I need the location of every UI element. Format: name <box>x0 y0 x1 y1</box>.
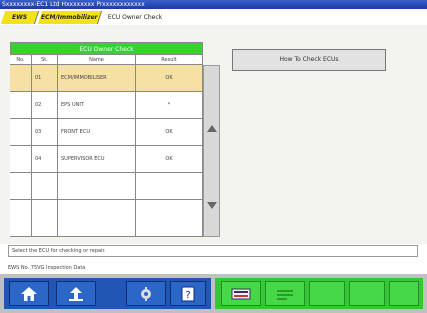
row-no <box>10 200 32 237</box>
toolbar-left-group: ? <box>4 278 211 309</box>
table-row[interactable]: 04 SUPERVISOR ECU OK <box>10 146 203 173</box>
tab-ecu-owner-check[interactable]: ECU Owner Check <box>104 11 166 24</box>
scroll-down-icon[interactable] <box>207 202 217 209</box>
ecu-grid: ECU Owner Check No. St. Name Result 01 E… <box>10 42 220 256</box>
data-button[interactable] <box>265 281 305 306</box>
ecu-button[interactable] <box>221 281 261 306</box>
scroll-up-icon[interactable] <box>207 125 217 132</box>
row-st: 04 <box>32 146 58 173</box>
row-st: 02 <box>32 92 58 119</box>
tab-bar: EWS ECM/Immobilizer ECU Owner Check <box>0 9 427 26</box>
row-name: SUPERVISOR ECU <box>58 146 136 173</box>
row-no <box>10 173 32 200</box>
tab-ews[interactable]: EWS <box>0 11 40 24</box>
tool-button[interactable] <box>126 281 166 306</box>
row-result: OK <box>136 119 203 146</box>
row-result: OK <box>136 65 203 92</box>
row-st: 01 <box>32 65 58 92</box>
row-name <box>58 200 136 237</box>
row-no <box>10 65 32 92</box>
row-no <box>10 119 32 146</box>
tab-ecm-immobilizer[interactable]: ECM/Immobilizer <box>37 11 103 24</box>
row-result <box>136 200 203 237</box>
home-icon <box>21 286 37 301</box>
column-header-no: No. <box>10 55 32 65</box>
svg-text:?: ? <box>185 290 190 301</box>
how-to-check-ecus-button[interactable]: How To Check ECUs <box>232 49 386 71</box>
help-button[interactable]: ? <box>170 281 206 306</box>
row-name: ECM/IMMOBILISER <box>58 65 136 92</box>
row-name: EPS UNIT <box>58 92 136 119</box>
status-text: EWS No. 75VG Inspection Data <box>0 264 427 273</box>
row-no <box>10 92 32 119</box>
column-header-name: Name <box>58 55 136 65</box>
data-icon <box>277 289 293 300</box>
row-result: * <box>136 92 203 119</box>
table-row[interactable] <box>10 200 203 237</box>
table-row[interactable]: 02 EPS UNIT * <box>10 92 203 119</box>
table-row[interactable]: 01 ECM/IMMOBILISER OK <box>10 65 203 92</box>
grid-title: ECU Owner Check <box>10 42 203 55</box>
row-st <box>32 200 58 237</box>
row-result <box>136 173 203 200</box>
column-header-result: Result <box>136 55 203 65</box>
row-st <box>32 173 58 200</box>
help-icon: ? <box>181 286 195 301</box>
column-header-st: St. <box>32 55 58 65</box>
table-row[interactable] <box>10 173 203 200</box>
toolbar-slot-3[interactable] <box>309 281 345 306</box>
row-result: OK <box>136 146 203 173</box>
window-title: Sxxxxxxxx-EC1 Ltd Hxxxxxxxx Prxxxxxxxxxx… <box>0 0 427 9</box>
toolbar-right-group <box>215 278 423 309</box>
row-name: FRONT ECU <box>58 119 136 146</box>
message-bar: Select the ECU for checking or repair. <box>8 245 418 257</box>
main-panel: ECU Owner Check No. St. Name Result 01 E… <box>0 25 427 244</box>
toolbar-slot-5[interactable] <box>389 281 419 306</box>
bottom-toolbar: ? <box>0 274 427 313</box>
table-row[interactable]: 03 FRONT ECU OK <box>10 119 203 146</box>
back-button[interactable] <box>56 281 96 306</box>
home-button[interactable] <box>9 281 49 306</box>
ecu-icon <box>231 288 251 299</box>
row-no <box>10 146 32 173</box>
row-name <box>58 173 136 200</box>
row-st: 03 <box>32 119 58 146</box>
toolbar-slot-4[interactable] <box>349 281 385 306</box>
grid-scrollbar[interactable] <box>203 65 220 237</box>
tool-icon <box>141 286 151 301</box>
back-icon <box>69 286 83 301</box>
